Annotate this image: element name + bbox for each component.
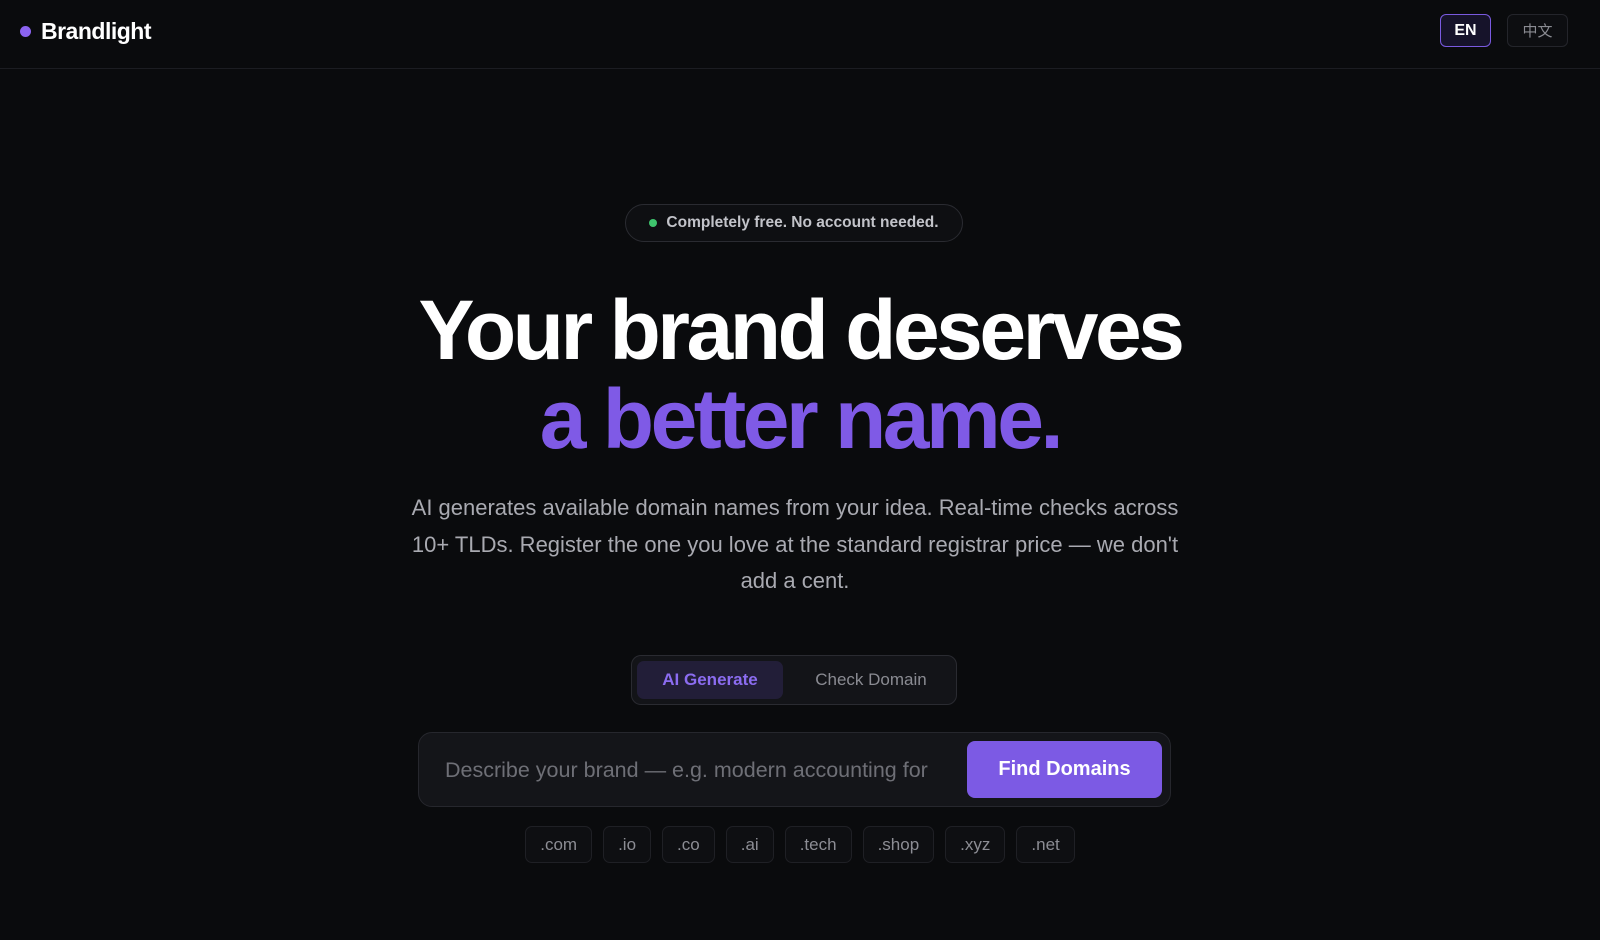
tld-list: .com .io .co .ai .tech .shop .xyz .net [0,826,1600,863]
free-badge: Completely free. No account needed. [625,204,963,242]
tld-chip[interactable]: .io [603,826,652,863]
tab-check-domain[interactable]: Check Domain [791,661,951,699]
language-en-button[interactable]: EN [1440,14,1491,47]
tab-ai-generate[interactable]: AI Generate [637,661,783,699]
language-zh-button[interactable]: 中文 [1507,14,1568,47]
tld-chip[interactable]: .shop [862,826,935,863]
headline-line-1: Your brand deserves [418,283,1185,377]
hero-subtitle: AI generates available domain names from… [411,495,1179,593]
brand-name: Brandlight [41,17,152,44]
top-bar: Brandlight EN 中文 [0,0,1600,69]
tld-chip[interactable]: .co [662,826,715,863]
tld-chip[interactable]: .tech [784,826,852,863]
mode-tabs: AI Generate Check Domain [631,655,957,705]
brand-description-input[interactable] [437,750,977,790]
search-box: Find Domains [418,732,1171,807]
badge-text: Completely free. No account needed. [666,214,939,231]
tld-chip[interactable]: .net [1016,826,1075,863]
tld-chip[interactable]: .ai [725,826,774,863]
tld-chip[interactable]: .xyz [945,826,1006,863]
headline-line-2: a better name. [539,372,1064,466]
brand-logo[interactable]: Brandlight [20,16,152,46]
find-domains-button[interactable]: Find Domains [967,741,1162,798]
brand-dot-icon [20,25,31,37]
status-dot-icon [649,219,658,227]
tld-chip[interactable]: .com [525,826,593,863]
